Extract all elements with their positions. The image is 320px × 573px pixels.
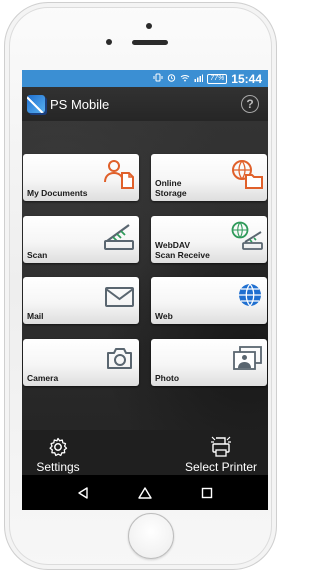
scanner-icon — [104, 224, 134, 250]
alarm-icon — [167, 73, 176, 84]
front-camera — [106, 39, 112, 45]
signal-icon — [194, 74, 204, 84]
back-icon[interactable] — [76, 486, 90, 500]
tile-label: Photo — [155, 373, 180, 383]
recent-apps-icon[interactable] — [200, 486, 214, 500]
tile-scan[interactable]: Scan — [23, 216, 139, 263]
select-printer-label: Select Printer — [184, 460, 258, 474]
tile-label: Camera — [27, 373, 59, 383]
home-button[interactable] — [128, 513, 174, 559]
app-bar: PS Mobile ? — [22, 87, 268, 121]
app-title: PS Mobile — [50, 96, 110, 112]
earpiece-dot — [146, 23, 152, 29]
tile-webdav-scan-receive[interactable]: WebDAV Scan Receive — [151, 216, 267, 263]
tile-my-documents[interactable]: My Documents — [23, 154, 139, 201]
tile-web[interactable]: Web — [151, 277, 267, 324]
app-logo-icon — [27, 95, 45, 113]
wifi-icon — [180, 74, 190, 84]
envelope-icon — [105, 287, 134, 307]
battery-indicator: 77% — [207, 73, 228, 84]
bottom-action-bar: Settings Select Printer — [22, 430, 268, 475]
gear-icon — [49, 437, 68, 457]
tile-label: WebDAV Scan Receive — [155, 240, 210, 260]
tile-online-storage[interactable]: Online Storage — [151, 154, 267, 201]
tile-label: Web — [155, 311, 173, 321]
select-printer-button[interactable]: Select Printer — [178, 436, 264, 474]
system-navigation-bar — [22, 475, 268, 510]
vibrate-icon — [153, 73, 163, 84]
settings-button[interactable]: Settings — [32, 436, 84, 474]
globe-folder-icon — [232, 160, 263, 189]
tile-photo[interactable]: Photo — [151, 339, 267, 386]
status-clock: 15:44 — [231, 71, 262, 86]
home-icon[interactable] — [137, 486, 153, 500]
globe-scanner-icon — [231, 221, 263, 250]
tile-label: My Documents — [27, 188, 88, 198]
help-button[interactable]: ? — [241, 95, 259, 113]
status-bar: 77% 15:44 — [22, 70, 268, 87]
globe-icon — [239, 283, 261, 307]
speaker-grille — [132, 40, 168, 45]
tile-label: Mail — [27, 311, 44, 321]
user-document-icon — [104, 160, 134, 189]
printer-icon — [211, 436, 231, 457]
camera-icon — [107, 348, 132, 369]
settings-label: Settings — [36, 460, 80, 474]
tile-label: Online Storage — [155, 178, 187, 198]
main-menu-area: My Documents Online Storage Scan WebDAV … — [22, 121, 268, 430]
screen: 77% 15:44 PS Mobile ? My Documents Onlin… — [22, 70, 268, 510]
tile-camera[interactable]: Camera — [23, 339, 139, 386]
tile-label: Scan — [27, 250, 48, 260]
photo-icon — [233, 346, 262, 370]
tile-mail[interactable]: Mail — [23, 277, 139, 324]
